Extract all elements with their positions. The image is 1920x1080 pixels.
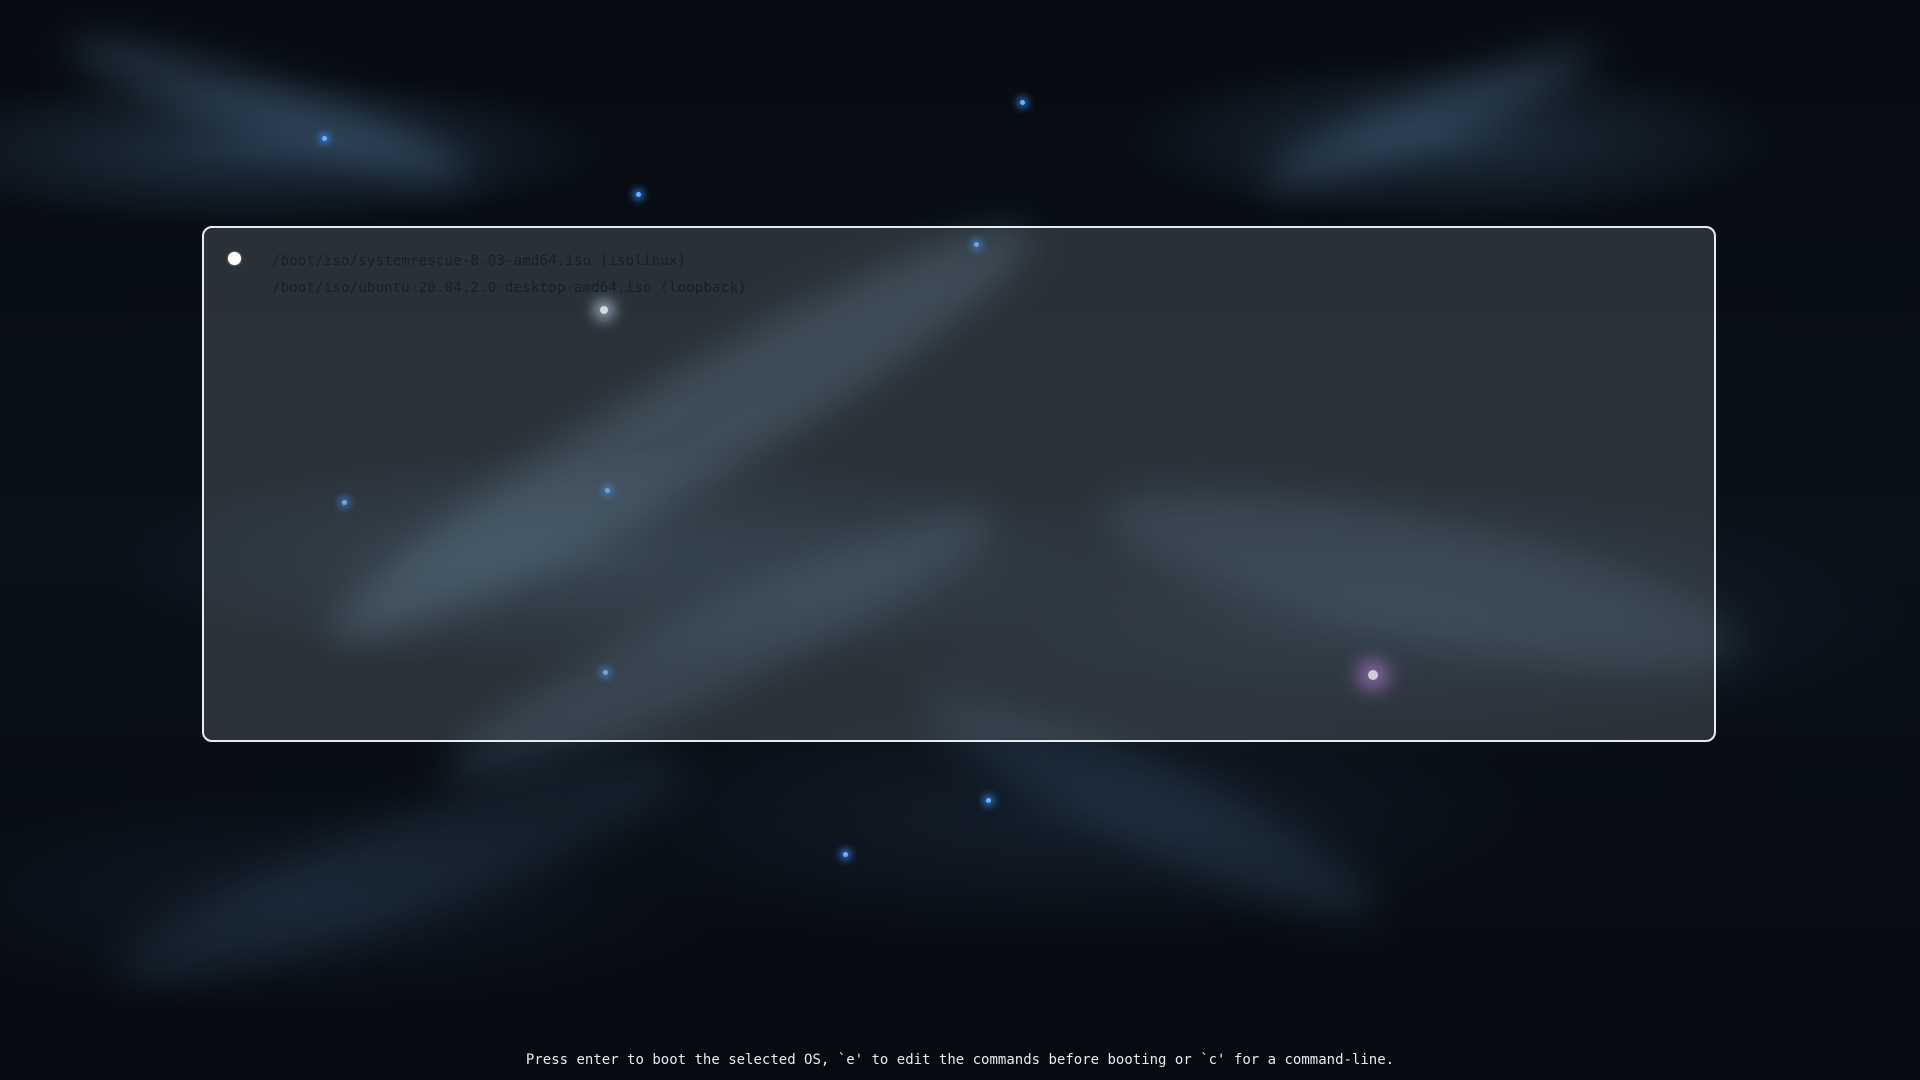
grub-screen: /boot/iso/systemrescue-8.03-amd64.iso (i… xyxy=(0,0,1920,1080)
help-text: Press enter to boot the selected OS, `e'… xyxy=(525,1052,1395,1068)
nebula-wisp xyxy=(61,16,479,204)
star xyxy=(843,852,848,857)
star xyxy=(636,192,641,197)
star xyxy=(322,136,327,141)
nebula-wisp xyxy=(1252,24,1608,211)
boot-menu-box: /boot/iso/systemrescue-8.03-amd64.iso (i… xyxy=(202,226,1716,742)
boot-entry-ubuntu[interactable]: /boot/iso/ubuntu-20.04.2.0-desktop-amd64… xyxy=(272,275,747,301)
star xyxy=(1020,100,1025,105)
star xyxy=(986,798,991,803)
selected-dot-icon xyxy=(228,252,241,265)
boot-entry-systemrescue[interactable]: /boot/iso/systemrescue-8.03-amd64.iso (i… xyxy=(272,248,686,274)
nebula-wisp xyxy=(100,720,700,1020)
